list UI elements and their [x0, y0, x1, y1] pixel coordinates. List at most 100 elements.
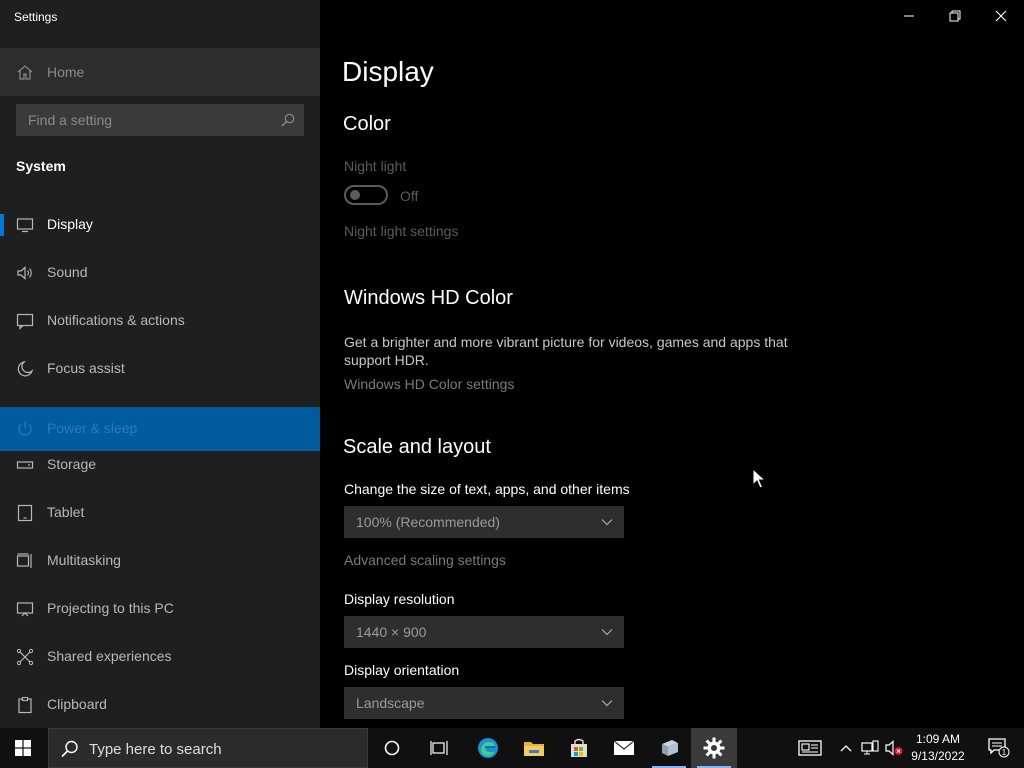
task-view-button[interactable]	[416, 728, 462, 768]
multitasking-icon	[16, 553, 32, 568]
hd-color-settings-link[interactable]: Windows HD Color settings	[344, 376, 514, 392]
power-icon	[18, 421, 32, 436]
chevron-down-icon	[601, 700, 613, 707]
sidebar-item-label: Tablet	[47, 504, 85, 520]
action-center-button[interactable]: 1	[976, 728, 1022, 768]
sidebar-item-display[interactable]: Display	[0, 203, 320, 247]
cortana-button[interactable]	[369, 728, 415, 768]
chevron-up-icon	[840, 745, 852, 752]
sidebar-item-label: Shared experiences	[47, 648, 172, 664]
app-button[interactable]	[646, 728, 692, 768]
moon-icon	[17, 360, 34, 377]
news-interests-button[interactable]	[787, 728, 833, 768]
orientation-label: Display orientation	[344, 662, 460, 678]
night-light-state: Off	[400, 188, 419, 204]
edge-icon	[478, 738, 498, 758]
tablet-icon	[17, 504, 33, 522]
clock-date: 9/13/2022	[911, 749, 965, 763]
sidebar-item-tablet[interactable]: Tablet	[0, 491, 320, 535]
home-label: Home	[47, 64, 85, 80]
sidebar-item-shared-experiences[interactable]: Shared experiences	[0, 635, 320, 679]
settings-window: Settings Home System Display	[0, 0, 1024, 728]
find-setting-box[interactable]	[16, 104, 304, 136]
volume-button[interactable]	[882, 728, 906, 768]
hd-color-description: Get a brighter and more vibrant picture …	[344, 334, 788, 368]
selection-indicator	[0, 214, 4, 236]
gear-icon	[703, 737, 725, 759]
find-setting-input[interactable]	[17, 105, 273, 135]
sidebar-item-label: Clipboard	[47, 696, 107, 712]
sidebar-item-label: Sound	[47, 264, 88, 280]
night-light-settings-link[interactable]: Night light settings	[344, 223, 458, 239]
sidebar-item-clipboard[interactable]: Clipboard	[0, 683, 320, 727]
search-icon	[61, 740, 78, 758]
file-explorer-button[interactable]	[511, 728, 557, 768]
taskbar-search-box[interactable]: Type here to search	[48, 728, 368, 768]
sidebar-item-label: Power & sleep	[47, 420, 138, 436]
volume-muted-icon	[885, 740, 903, 756]
section-heading-system: System	[16, 158, 66, 174]
orientation-value: Landscape	[356, 695, 425, 711]
start-button[interactable]	[0, 728, 46, 768]
mail-button[interactable]	[601, 728, 647, 768]
sidebar-item-projecting[interactable]: Projecting to this PC	[0, 587, 320, 631]
chevron-down-icon	[601, 629, 613, 636]
action-center-icon: 1	[988, 738, 1010, 758]
sidebar-item-notifications[interactable]: Notifications & actions	[0, 299, 320, 343]
taskbar-search-text: Type here to search	[89, 741, 222, 758]
sidebar-item-label: Projecting to this PC	[47, 600, 174, 616]
sidebar-item-storage[interactable]: Storage	[0, 443, 320, 487]
chevron-down-icon	[601, 519, 613, 526]
app-title: Settings	[14, 10, 58, 24]
sidebar-item-multitasking[interactable]: Multitasking	[0, 539, 320, 583]
cortana-icon	[384, 740, 400, 756]
settings-taskbar-button[interactable]	[691, 728, 737, 768]
taskbar: Type here to search 1:09 AM 9/13/2022 1	[0, 728, 1024, 768]
clock-time: 1:09 AM	[915, 732, 961, 746]
mail-icon	[613, 740, 635, 755]
task-view-icon	[430, 741, 448, 755]
folder-icon	[524, 742, 544, 756]
advanced-scaling-link[interactable]: Advanced scaling settings	[344, 552, 506, 568]
sidebar-item-sound[interactable]: Sound	[0, 251, 320, 295]
clock[interactable]: 1:09 AM 9/13/2022	[906, 731, 970, 765]
storage-icon	[16, 461, 34, 469]
night-light-label: Night light	[344, 158, 407, 174]
show-hidden-icons-button[interactable]	[834, 728, 858, 768]
search-icon[interactable]	[281, 113, 295, 127]
clipboard-icon	[18, 696, 32, 714]
resolution-label: Display resolution	[344, 591, 455, 607]
page-title: Display	[342, 56, 434, 87]
sidebar-item-label: Display	[47, 216, 93, 232]
sidebar-item-label: Focus assist	[47, 360, 125, 376]
sidebar-item-focus-assist[interactable]: Focus assist	[0, 347, 320, 391]
projecting-icon	[16, 602, 34, 617]
notification-icon	[16, 313, 34, 330]
network-button[interactable]	[858, 728, 882, 768]
resolution-value: 1440 × 900	[356, 624, 427, 640]
night-light-toggle[interactable]	[344, 185, 388, 205]
computer-app-icon	[662, 740, 678, 756]
resolution-dropdown[interactable]: 1440 × 900	[344, 616, 624, 648]
scale-dropdown[interactable]: 100% (Recommended)	[344, 506, 624, 538]
store-button[interactable]	[556, 728, 602, 768]
scale-value: 100% (Recommended)	[356, 514, 500, 530]
color-heading: Color	[343, 113, 391, 135]
orientation-dropdown[interactable]: Landscape	[344, 687, 624, 719]
sidebar-item-label: Notifications & actions	[47, 312, 185, 328]
sidebar: Settings Home System Display	[0, 0, 320, 728]
speaker-icon	[17, 266, 32, 280]
hd-color-heading: Windows HD Color	[344, 287, 513, 309]
notification-count: 1	[1002, 748, 1007, 757]
home-icon	[17, 65, 33, 80]
scale-layout-heading: Scale and layout	[343, 436, 491, 458]
home-button[interactable]: Home	[0, 48, 320, 96]
store-icon	[571, 738, 587, 757]
monitor-icon	[16, 218, 34, 233]
size-label: Change the size of text, apps, and other…	[344, 481, 630, 497]
edge-button[interactable]	[465, 728, 511, 768]
windows-logo-icon	[15, 740, 31, 756]
news-icon	[798, 740, 822, 756]
sidebar-item-label: Multitasking	[47, 552, 121, 568]
toggle-knob	[350, 190, 360, 200]
